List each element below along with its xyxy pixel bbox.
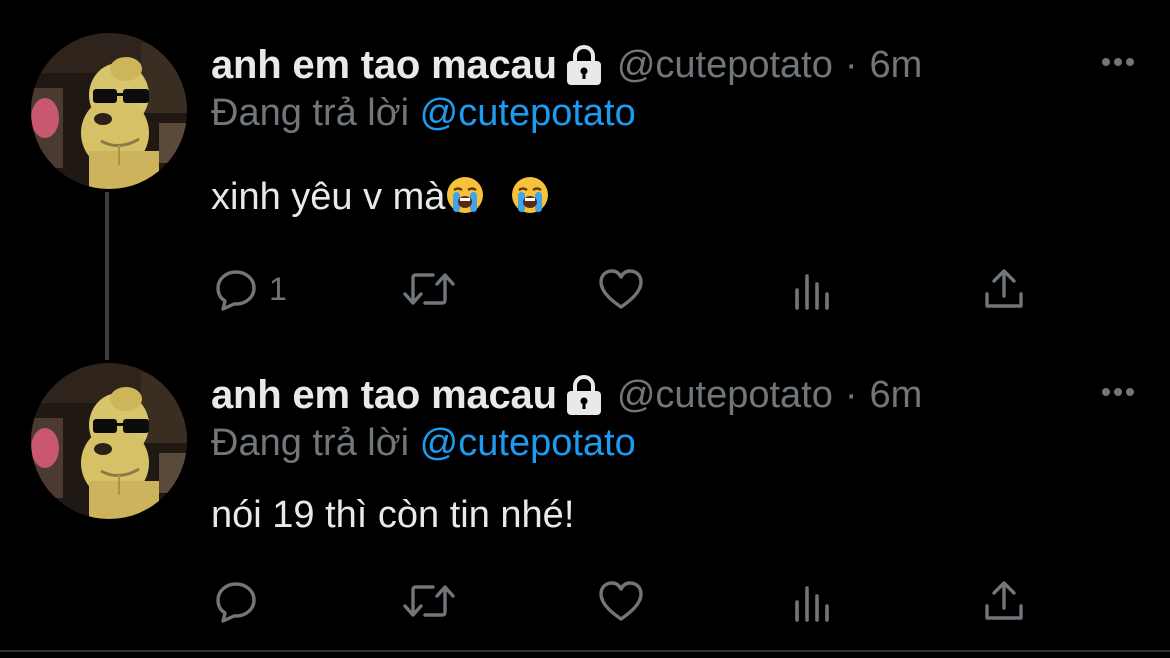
like-icon	[599, 581, 643, 621]
loudly-crying-face-emoji	[512, 177, 549, 213]
more-options-icon[interactable]	[1098, 52, 1138, 72]
tweet-actions: 1	[211, 264, 1041, 314]
lock-icon	[566, 375, 601, 415]
separator-dot: ·	[844, 373, 858, 416]
like-button[interactable]	[597, 264, 645, 314]
dog-sunglasses-avatar	[31, 363, 187, 519]
tweet-text: nói 19 thì còn tin nhé!	[211, 494, 574, 537]
avatar[interactable]	[31, 363, 187, 519]
tweet-header: anh em tao macau @cutepotato · 6m	[211, 40, 922, 90]
replying-to-handle[interactable]: @cutepotato	[420, 92, 636, 134]
reply-button[interactable]: 1	[213, 264, 287, 314]
like-icon	[599, 269, 643, 309]
replying-to-label: Đang trả lời	[211, 92, 410, 134]
tweet-header: anh em tao macau @cutepotato · 6m	[211, 370, 922, 420]
lock-icon	[566, 45, 601, 85]
share-button[interactable]	[981, 576, 1027, 626]
views-icon	[795, 274, 829, 310]
tweet-text: xinh yêu v mà	[211, 175, 550, 219]
user-handle[interactable]: @cutepotato	[617, 44, 833, 87]
share-icon	[985, 581, 1023, 620]
replying-to: Đang trả lời @cutepotato	[211, 92, 636, 135]
display-name[interactable]: anh em tao macau	[211, 43, 557, 88]
replying-to: Đang trả lời @cutepotato	[211, 422, 636, 465]
divider	[0, 650, 1170, 652]
display-name[interactable]: anh em tao macau	[211, 373, 557, 418]
tweet-text-content: xinh yêu v mà	[211, 176, 446, 218]
retweet-icon	[403, 585, 455, 617]
like-button[interactable]	[597, 576, 645, 626]
tweet[interactable]: anh em tao macau @cutepotato · 6m Đang t…	[0, 0, 1170, 360]
tweet[interactable]: anh em tao macau @cutepotato · 6m Đang t…	[0, 330, 1170, 652]
views-icon	[795, 586, 829, 622]
dog-sunglasses-avatar	[31, 33, 187, 189]
views-button[interactable]	[791, 576, 835, 626]
user-handle[interactable]: @cutepotato	[617, 374, 833, 417]
share-button[interactable]	[981, 264, 1027, 314]
reply-count: 1	[269, 270, 287, 307]
timestamp[interactable]: 6m	[870, 374, 923, 417]
views-button[interactable]	[791, 264, 835, 314]
reply-button[interactable]	[213, 576, 269, 626]
retweet-icon	[403, 273, 455, 305]
tweet-text-content: nói 19 thì còn tin nhé!	[211, 494, 575, 536]
loudly-crying-face-emoji	[447, 177, 484, 213]
avatar[interactable]	[31, 33, 187, 189]
timestamp[interactable]: 6m	[870, 44, 923, 87]
replying-to-handle[interactable]: @cutepotato	[420, 422, 636, 464]
tweet-thread: anh em tao macau @cutepotato · 6m Đang t…	[0, 0, 1170, 658]
retweet-button[interactable]	[401, 264, 457, 314]
share-icon	[985, 269, 1023, 308]
more-options-icon[interactable]	[1098, 382, 1138, 402]
reply-icon	[216, 270, 256, 311]
separator-dot: ·	[844, 43, 858, 86]
replying-to-label: Đang trả lời	[211, 422, 410, 464]
retweet-button[interactable]	[401, 576, 457, 626]
reply-icon	[216, 582, 256, 623]
tweet-actions	[211, 576, 1041, 626]
